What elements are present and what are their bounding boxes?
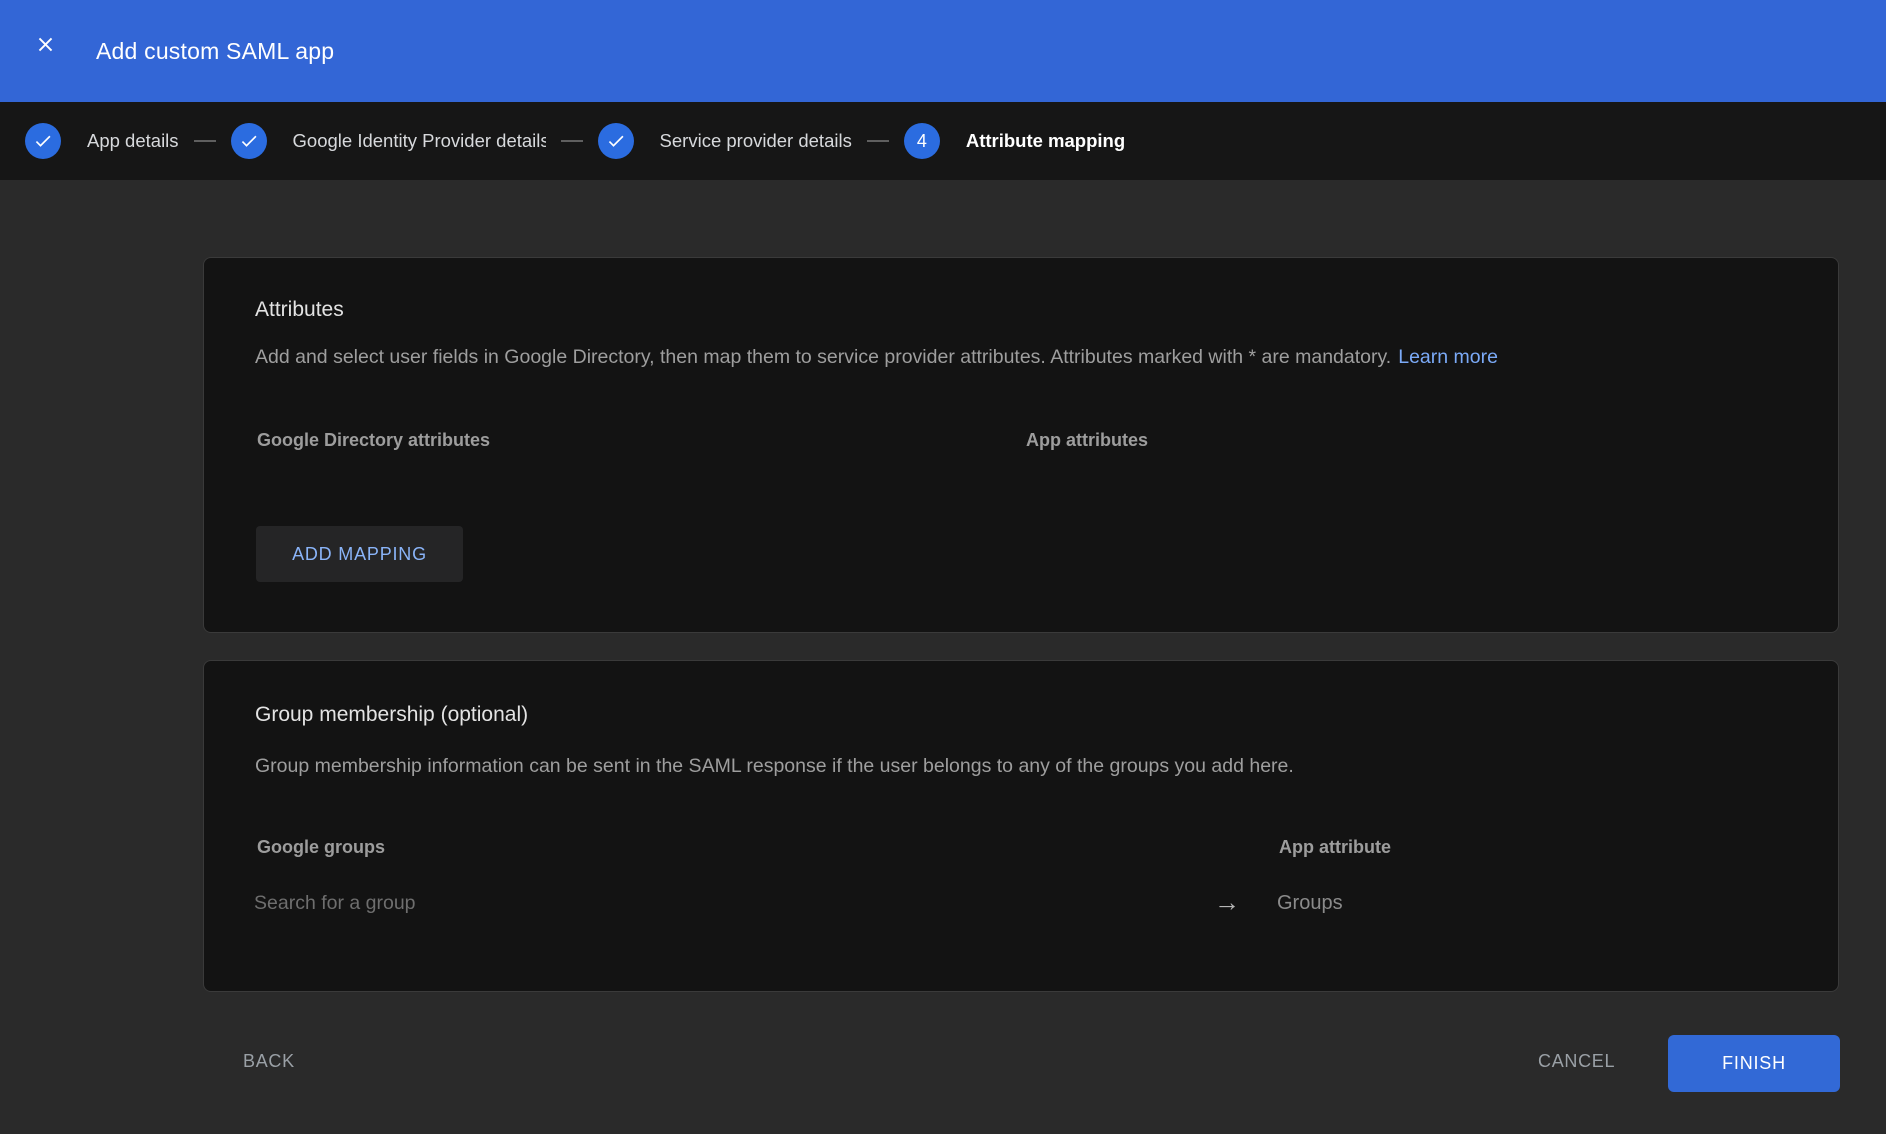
attributes-card-title: Attributes bbox=[255, 298, 344, 322]
close-button[interactable] bbox=[31, 30, 59, 58]
app-attributes-header: App attributes bbox=[1026, 430, 1148, 451]
google-directory-attributes-header: Google Directory attributes bbox=[257, 430, 490, 451]
step-4-label: Attribute mapping bbox=[966, 130, 1125, 152]
check-icon bbox=[239, 131, 259, 151]
attributes-card-description: Add and select user fields in Google Dir… bbox=[255, 346, 1498, 369]
stepper: App details Google Identity Provider det… bbox=[0, 102, 1886, 180]
group-search-input[interactable] bbox=[254, 885, 894, 921]
app-attribute-input[interactable] bbox=[1277, 885, 1577, 921]
step-2-label: Google Identity Provider details bbox=[293, 130, 546, 152]
close-icon bbox=[34, 33, 57, 56]
app-attribute-header: App attribute bbox=[1279, 837, 1391, 858]
step-connector bbox=[194, 140, 216, 142]
step-google-idp-details: Google Identity Provider details bbox=[231, 123, 546, 159]
step-4-number: 4 bbox=[917, 131, 927, 152]
step-3-label: Service provider details bbox=[660, 130, 852, 152]
step-2-completed-circle bbox=[231, 123, 267, 159]
step-app-details: App details bbox=[25, 123, 179, 159]
check-icon bbox=[33, 131, 53, 151]
step-connector bbox=[561, 140, 583, 142]
check-icon bbox=[606, 131, 626, 151]
step-3-completed-circle bbox=[598, 123, 634, 159]
group-membership-card-title: Group membership (optional) bbox=[255, 703, 528, 727]
step-4-number-circle: 4 bbox=[904, 123, 940, 159]
step-1-completed-circle bbox=[25, 123, 61, 159]
attributes-description-text: Add and select user fields in Google Dir… bbox=[255, 346, 1391, 368]
learn-more-link[interactable]: Learn more bbox=[1398, 346, 1498, 368]
step-service-provider-details: Service provider details bbox=[598, 123, 852, 159]
group-membership-card: Group membership (optional) Group member… bbox=[203, 660, 1839, 992]
step-1-label: App details bbox=[87, 130, 179, 152]
dialog-title: Add custom SAML app bbox=[96, 0, 334, 102]
attributes-card: Attributes Add and select user fields in… bbox=[203, 257, 1839, 633]
dialog-header: Add custom SAML app bbox=[0, 0, 1886, 102]
finish-button[interactable]: FINISH bbox=[1668, 1035, 1840, 1092]
step-attribute-mapping: 4 Attribute mapping bbox=[904, 123, 1125, 159]
back-button[interactable]: BACK bbox=[243, 1046, 295, 1076]
add-mapping-button[interactable]: ADD MAPPING bbox=[256, 526, 463, 582]
cancel-button[interactable]: CANCEL bbox=[1538, 1046, 1615, 1076]
mapping-arrow-icon: → bbox=[1205, 885, 1249, 919]
step-connector bbox=[867, 140, 889, 142]
add-custom-saml-app-dialog: Add custom SAML app App details Google I… bbox=[0, 0, 1886, 1134]
google-groups-header: Google groups bbox=[257, 837, 385, 858]
group-membership-card-description: Group membership information can be sent… bbox=[255, 755, 1294, 778]
